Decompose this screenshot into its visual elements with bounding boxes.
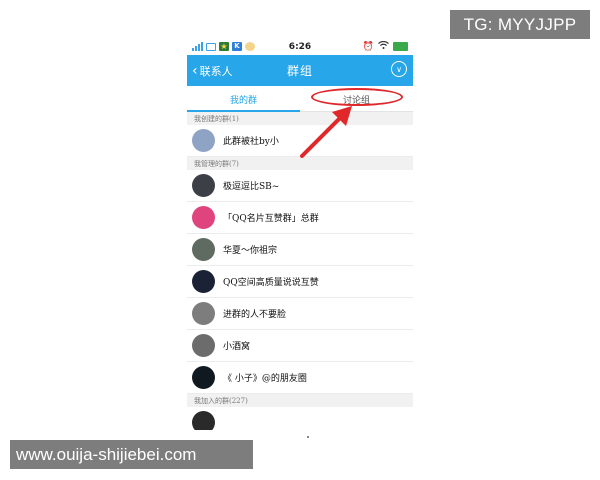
status-time: 6:26 bbox=[288, 41, 312, 52]
app-star-icon: ★ bbox=[219, 42, 229, 51]
app-hand-icon bbox=[245, 42, 255, 51]
more-menu-button[interactable]: ∨ bbox=[391, 61, 407, 77]
alarm-icon: ⏰ bbox=[362, 41, 374, 52]
group-avatar bbox=[192, 366, 215, 389]
group-name: 极逗逗比SB~ bbox=[223, 182, 280, 192]
watermark-bottom: www.ouija-shijiebei.com bbox=[10, 440, 253, 469]
group-avatar bbox=[192, 270, 215, 293]
status-icons-left: ★ K bbox=[192, 42, 255, 51]
status-bar: ★ K 6:26 ⏰ bbox=[187, 38, 413, 55]
section-header-created: 我创建的群(1) bbox=[187, 112, 413, 125]
group-name: 《 小子》@的朋友圈 bbox=[223, 374, 307, 384]
page-title: 群组 bbox=[286, 64, 314, 78]
group-row[interactable]: QQ空间高质量说说互赞 bbox=[187, 266, 413, 298]
group-name: QQ空间高质量说说互赞 bbox=[223, 278, 319, 288]
group-avatar bbox=[192, 206, 215, 229]
chevron-down-icon: ∨ bbox=[396, 64, 402, 74]
chevron-left-icon: ‹ bbox=[192, 62, 198, 79]
battery-icon bbox=[393, 42, 408, 51]
back-button[interactable]: ‹ 联系人 bbox=[187, 63, 233, 79]
group-name: 小酒窝 bbox=[223, 342, 251, 352]
tab-my-groups[interactable]: 我的群 bbox=[187, 86, 300, 112]
signal-icon bbox=[192, 42, 203, 51]
back-label: 联系人 bbox=[199, 64, 233, 78]
section-header-joined: 我加入的群(227) bbox=[187, 394, 413, 407]
tab-label: 讨论组 bbox=[342, 95, 370, 106]
group-name: 「QQ名片互赞群」总群 bbox=[223, 214, 319, 224]
group-name: 此群被社by小 bbox=[223, 137, 279, 147]
group-avatar bbox=[192, 129, 215, 152]
group-row[interactable]: 进群的人不要脸 bbox=[187, 298, 413, 330]
group-tabs: 我的群 讨论组 bbox=[187, 86, 413, 112]
group-row[interactable]: 极逗逗比SB~ bbox=[187, 170, 413, 202]
tab-discussion-groups[interactable]: 讨论组 bbox=[300, 86, 413, 112]
group-avatar bbox=[192, 411, 215, 430]
group-name: 进群的人不要脸 bbox=[223, 310, 287, 320]
wifi-icon bbox=[378, 40, 389, 52]
section-header-managed: 我管理的群(7) bbox=[187, 157, 413, 170]
active-tab-indicator bbox=[187, 110, 300, 112]
phone-screen: ★ K 6:26 ⏰ ‹ 联系人 群组 ∨ 我的群 讨论组 我创建的群(1) 此… bbox=[187, 38, 413, 430]
group-row[interactable]: 此群被社by小 bbox=[187, 125, 413, 157]
group-row[interactable] bbox=[187, 407, 413, 430]
tab-label: 我的群 bbox=[229, 95, 257, 106]
app-k-icon: K bbox=[232, 42, 242, 51]
group-row[interactable]: 小酒窝 bbox=[187, 330, 413, 362]
group-name: 华夏～你祖宗 bbox=[223, 246, 278, 256]
group-row[interactable]: 华夏～你祖宗 bbox=[187, 234, 413, 266]
group-row[interactable]: 《 小子》@的朋友圈 bbox=[187, 362, 413, 394]
message-icon bbox=[206, 42, 216, 51]
artifact-dot bbox=[307, 436, 309, 438]
group-avatar bbox=[192, 174, 215, 197]
screenshot-canvas: ★ K 6:26 ⏰ ‹ 联系人 群组 ∨ 我的群 讨论组 我创建的群(1) 此… bbox=[0, 0, 600, 480]
group-avatar bbox=[192, 302, 215, 325]
status-icons-right: ⏰ bbox=[362, 40, 408, 52]
watermark-top: TG: MYYJJPP bbox=[450, 10, 590, 39]
group-row[interactable]: 「QQ名片互赞群」总群 bbox=[187, 202, 413, 234]
group-avatar bbox=[192, 238, 215, 261]
group-avatar bbox=[192, 334, 215, 357]
title-bar: ‹ 联系人 群组 ∨ bbox=[187, 55, 413, 86]
